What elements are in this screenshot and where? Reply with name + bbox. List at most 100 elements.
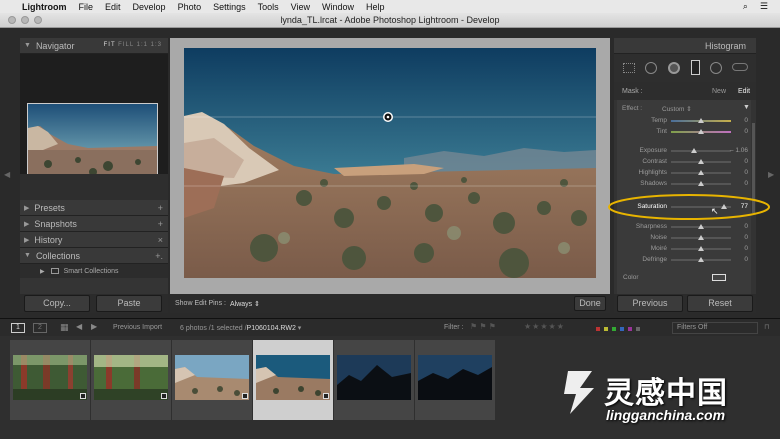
- menu-window[interactable]: Window: [322, 2, 354, 12]
- filmstrip-thumbnail[interactable]: [334, 340, 414, 420]
- slider-moir[interactable]: Moiré 0: [623, 244, 748, 254]
- slider-thumb[interactable]: [698, 224, 704, 229]
- show-edit-pins-select[interactable]: Always ⇕: [230, 300, 260, 308]
- add-snapshot-icon[interactable]: +: [158, 219, 163, 229]
- reset-button[interactable]: Reset: [687, 295, 753, 312]
- slider-value[interactable]: – 1.06: [728, 147, 748, 154]
- slider-sharpness[interactable]: Sharpness 0: [623, 222, 748, 232]
- slider-thumb[interactable]: [698, 170, 704, 175]
- edit-pin-icon[interactable]: [383, 112, 393, 122]
- slider-temp[interactable]: Temp 0: [623, 116, 748, 126]
- slider-tint[interactable]: Tint 0: [623, 127, 748, 137]
- grid-view-icon[interactable]: ▦: [60, 322, 69, 333]
- search-icon[interactable]: ⌕: [743, 1, 748, 12]
- slider-thumb[interactable]: [698, 246, 704, 251]
- presets-header[interactable]: ▶ Presets +: [20, 200, 168, 216]
- zoom-1-3[interactable]: 1:3: [151, 42, 162, 48]
- zoom-1-1[interactable]: 1:1: [137, 42, 148, 48]
- menu-view[interactable]: View: [291, 2, 310, 12]
- flag-filter-icons[interactable]: ⚑ ⚑ ⚑: [470, 322, 496, 331]
- slider-track[interactable]: [671, 224, 731, 229]
- slider-track[interactable]: [671, 246, 731, 251]
- filter-lock-icon[interactable]: ⊓: [764, 323, 769, 331]
- add-collection-icon[interactable]: +.: [155, 251, 163, 261]
- done-button[interactable]: Done: [574, 296, 606, 311]
- zoom-fit[interactable]: FIT: [104, 42, 116, 48]
- slider-highlights[interactable]: Highlights 0: [623, 168, 748, 178]
- filmstrip-thumbnail[interactable]: [91, 340, 171, 420]
- navigator-preview[interactable]: [20, 54, 168, 178]
- navigator-zoom-options: FIT FILL 1:1 1:3: [104, 42, 162, 48]
- menu-photo[interactable]: Photo: [178, 2, 202, 12]
- slider-track[interactable]: [671, 235, 731, 240]
- menu-edit[interactable]: Edit: [105, 2, 121, 12]
- slider-thumb[interactable]: [698, 257, 704, 262]
- menu-develop[interactable]: Develop: [133, 2, 166, 12]
- slider-value[interactable]: 0: [728, 158, 748, 165]
- slider-noise[interactable]: Noise 0: [623, 233, 748, 243]
- slider-track[interactable]: [671, 181, 731, 186]
- selected-filename[interactable]: P1060104.RW2: [247, 325, 296, 332]
- slider-value[interactable]: 0: [728, 234, 748, 241]
- clear-history-icon[interactable]: ×: [158, 235, 163, 245]
- navigator-header[interactable]: ▼ Navigator FIT FILL 1:1 1:3: [20, 38, 168, 54]
- slider-value[interactable]: 0: [728, 117, 748, 124]
- slider-shadows[interactable]: Shadows 0: [623, 179, 748, 189]
- menu-lightroom[interactable]: Lightroom: [22, 2, 67, 12]
- copy-settings-button[interactable]: Copy...: [24, 295, 90, 312]
- slider-track[interactable]: [671, 170, 731, 175]
- menu-file[interactable]: File: [79, 2, 94, 12]
- slider-value[interactable]: 0: [728, 128, 748, 135]
- slider-thumb[interactable]: [691, 148, 698, 153]
- menu-help[interactable]: Help: [366, 2, 385, 12]
- snapshots-header[interactable]: ▶ Snapshots +: [20, 216, 168, 232]
- slider-track[interactable]: [671, 257, 731, 262]
- collections-header[interactable]: ▼ Collections +.: [20, 248, 168, 264]
- source-label[interactable]: Previous Import: [113, 324, 162, 331]
- slider-value[interactable]: 0: [728, 169, 748, 176]
- forest-photo: [94, 355, 168, 400]
- paste-settings-button[interactable]: Paste: [96, 295, 162, 312]
- slider-label: Tint: [656, 128, 667, 135]
- slider-defringe[interactable]: Defringe 0: [623, 255, 748, 265]
- right-panel-toggle-icon[interactable]: ▶: [768, 170, 774, 179]
- slider-exposure[interactable]: Exposure – 1.06: [623, 146, 748, 156]
- slider-thumb[interactable]: [698, 235, 704, 240]
- main-photo[interactable]: [184, 48, 596, 278]
- slider-track[interactable]: [671, 118, 731, 123]
- back-arrow-icon[interactable]: ◀: [76, 322, 82, 331]
- main-window-button[interactable]: 1: [11, 323, 25, 333]
- slider-track[interactable]: [671, 148, 731, 153]
- star-rating-filter[interactable]: ★★★★★: [524, 322, 565, 331]
- slider-thumb[interactable]: [698, 181, 704, 186]
- color-label-filter[interactable]: [596, 326, 656, 331]
- slider-value[interactable]: 0: [728, 180, 748, 187]
- slider-value[interactable]: 0: [728, 223, 748, 230]
- color-swatch[interactable]: [712, 274, 726, 281]
- slider-track[interactable]: [671, 129, 731, 134]
- slider-contrast[interactable]: Contrast 0: [623, 157, 748, 167]
- filmstrip-thumbnail[interactable]: [172, 340, 252, 420]
- slider-track[interactable]: [671, 159, 731, 164]
- smart-collections-item[interactable]: ▶ Smart Collections: [20, 264, 168, 278]
- filmstrip-thumbnail-selected[interactable]: [253, 340, 333, 420]
- history-header[interactable]: ▶ History ×: [20, 232, 168, 248]
- menu-tools[interactable]: Tools: [258, 2, 279, 12]
- left-panel-toggle-icon[interactable]: ◀: [4, 170, 10, 179]
- filters-off-select[interactable]: Filters Off: [672, 322, 758, 334]
- list-icon[interactable]: ☰: [760, 1, 768, 12]
- add-preset-icon[interactable]: +: [158, 203, 163, 213]
- slider-thumb[interactable]: [698, 129, 704, 134]
- filmstrip-thumbnail[interactable]: [415, 340, 495, 420]
- second-window-button[interactable]: 2: [33, 323, 47, 333]
- menu-settings[interactable]: Settings: [213, 2, 246, 12]
- slider-value[interactable]: 0: [728, 245, 748, 252]
- filmstrip-thumbnail[interactable]: [10, 340, 90, 420]
- forward-arrow-icon[interactable]: ▶: [91, 322, 97, 331]
- slider-thumb[interactable]: [698, 159, 704, 164]
- navigator-thumbnail[interactable]: [27, 103, 158, 178]
- zoom-fill[interactable]: FILL: [118, 42, 134, 48]
- slider-thumb[interactable]: [698, 118, 704, 123]
- previous-button[interactable]: Previous: [617, 295, 683, 312]
- slider-value[interactable]: 0: [728, 256, 748, 263]
